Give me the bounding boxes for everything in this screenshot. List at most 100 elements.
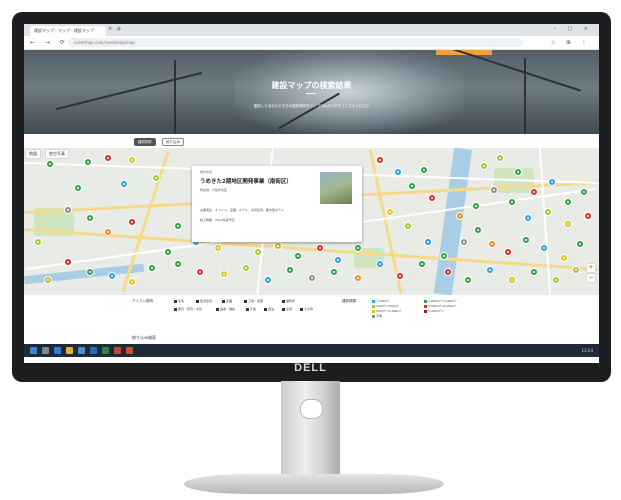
- map-pin[interactable]: [428, 194, 436, 202]
- map-pin[interactable]: [376, 260, 384, 268]
- search-icon[interactable]: [42, 347, 49, 354]
- clock[interactable]: 13:24: [581, 348, 593, 353]
- map-pin[interactable]: [456, 212, 464, 220]
- map-pin[interactable]: [44, 276, 52, 284]
- map-pin[interactable]: [572, 266, 580, 274]
- map-pin[interactable]: [86, 268, 94, 276]
- map-pin[interactable]: [316, 244, 324, 252]
- map-pin[interactable]: [148, 264, 156, 272]
- map-pin[interactable]: [552, 276, 560, 284]
- property-popup[interactable]: 物件情報 うめきた2期地区開発事業（南街区） 所在地：大阪市北区 主要用途 オフ…: [192, 166, 362, 242]
- map-pin[interactable]: [334, 256, 342, 264]
- map-pin[interactable]: [174, 260, 182, 268]
- map-pin[interactable]: [530, 188, 538, 196]
- map-pin[interactable]: [46, 160, 54, 168]
- map-pin[interactable]: [580, 188, 588, 196]
- zoom-out-button[interactable]: −: [587, 274, 595, 282]
- browser-tab[interactable]: 建設マップ｜マップ · 建設マップ: [30, 26, 106, 36]
- map-pin[interactable]: [404, 222, 412, 230]
- map-pin[interactable]: [196, 268, 204, 276]
- map-pin[interactable]: [420, 166, 428, 174]
- map-pin[interactable]: [522, 236, 530, 244]
- map-pin[interactable]: [254, 248, 262, 256]
- map-pin[interactable]: [308, 274, 316, 282]
- map-pin[interactable]: [584, 212, 592, 220]
- map-pin[interactable]: [472, 202, 480, 210]
- map-pin[interactable]: [386, 208, 394, 216]
- map-pin[interactable]: [440, 252, 448, 260]
- map-pin[interactable]: [564, 198, 572, 206]
- map-pin[interactable]: [120, 180, 128, 188]
- map-pin[interactable]: [108, 272, 116, 280]
- filter-chip-refine[interactable]: 絞り込み: [162, 138, 184, 146]
- map-pin[interactable]: [394, 168, 402, 176]
- map-pin[interactable]: [128, 218, 136, 226]
- zoom-in-button[interactable]: +: [587, 264, 595, 272]
- map-pin[interactable]: [86, 214, 94, 222]
- edge-icon[interactable]: [54, 347, 61, 354]
- map-pin[interactable]: [488, 240, 496, 248]
- map-pin[interactable]: [74, 184, 82, 192]
- nav-buttons[interactable]: ← → ⟳: [30, 39, 69, 46]
- map-pin[interactable]: [174, 222, 182, 230]
- map-pin[interactable]: [354, 244, 362, 252]
- map-type-map[interactable]: 地図: [26, 150, 40, 158]
- map-pin[interactable]: [474, 226, 482, 234]
- map-pin[interactable]: [128, 278, 136, 286]
- map-pin[interactable]: [354, 274, 362, 282]
- map-pin[interactable]: [480, 162, 488, 170]
- map-pin[interactable]: [486, 266, 494, 274]
- map-pin[interactable]: [514, 168, 522, 176]
- map-pin[interactable]: [508, 198, 516, 206]
- map-pin[interactable]: [330, 268, 338, 276]
- map-pin[interactable]: [496, 154, 504, 162]
- map-pin[interactable]: [164, 248, 172, 256]
- map-pin[interactable]: [540, 244, 548, 252]
- map-pin[interactable]: [408, 182, 416, 190]
- filter-chip-property[interactable]: 建設物件: [134, 138, 156, 146]
- folder-icon[interactable]: [66, 347, 73, 354]
- tab-close-icon[interactable]: ×: [108, 26, 112, 32]
- map-pin[interactable]: [84, 158, 92, 166]
- new-tab-button[interactable]: +: [116, 25, 122, 33]
- map-pin[interactable]: [396, 272, 404, 280]
- map-pin[interactable]: [104, 228, 112, 236]
- mail-icon[interactable]: [78, 347, 85, 354]
- app-icon[interactable]: [126, 347, 133, 354]
- map-pin[interactable]: [564, 220, 572, 228]
- map-pin[interactable]: [508, 276, 516, 284]
- map-pin[interactable]: [376, 156, 384, 164]
- map-pin[interactable]: [418, 260, 426, 268]
- map-pin[interactable]: [490, 186, 498, 194]
- window-controls[interactable]: – □ ×: [553, 26, 593, 32]
- map-pin[interactable]: [530, 268, 538, 276]
- map-pin[interactable]: [444, 268, 452, 276]
- map-pin[interactable]: [64, 258, 72, 266]
- map-pin[interactable]: [460, 238, 468, 246]
- map-view[interactable]: 地図 航空写真 物件情報 うめきた2期地区開発事業（南街区） 所在地：大阪市北区…: [24, 148, 599, 295]
- address-bar[interactable]: constmap.com/constmap/map: [68, 38, 523, 47]
- map-pin[interactable]: [560, 254, 568, 262]
- powerpoint-icon[interactable]: [114, 347, 121, 354]
- map-pin[interactable]: [548, 178, 556, 186]
- map-pin[interactable]: [286, 266, 294, 274]
- map-pin[interactable]: [576, 240, 584, 248]
- map-pin[interactable]: [34, 238, 42, 246]
- map-pin[interactable]: [104, 154, 112, 162]
- map-pin[interactable]: [128, 156, 136, 164]
- start-icon[interactable]: [30, 347, 37, 354]
- excel-icon[interactable]: [102, 347, 109, 354]
- map-pin[interactable]: [242, 264, 250, 272]
- map-pin[interactable]: [464, 276, 472, 284]
- map-pin[interactable]: [524, 214, 532, 222]
- map-pin[interactable]: [264, 276, 272, 284]
- map-pin[interactable]: [294, 252, 302, 260]
- toolbar-icons[interactable]: ☆ ⊕ ⋮: [551, 39, 591, 46]
- map-pin[interactable]: [424, 238, 432, 246]
- popup-title[interactable]: うめきた2期地区開発事業（南街区）: [200, 177, 292, 185]
- map-pin[interactable]: [504, 248, 512, 256]
- map-type-satellite[interactable]: 航空写真: [46, 150, 68, 158]
- map-pin[interactable]: [64, 206, 72, 214]
- map-pin[interactable]: [220, 270, 228, 278]
- map-pin[interactable]: [544, 208, 552, 216]
